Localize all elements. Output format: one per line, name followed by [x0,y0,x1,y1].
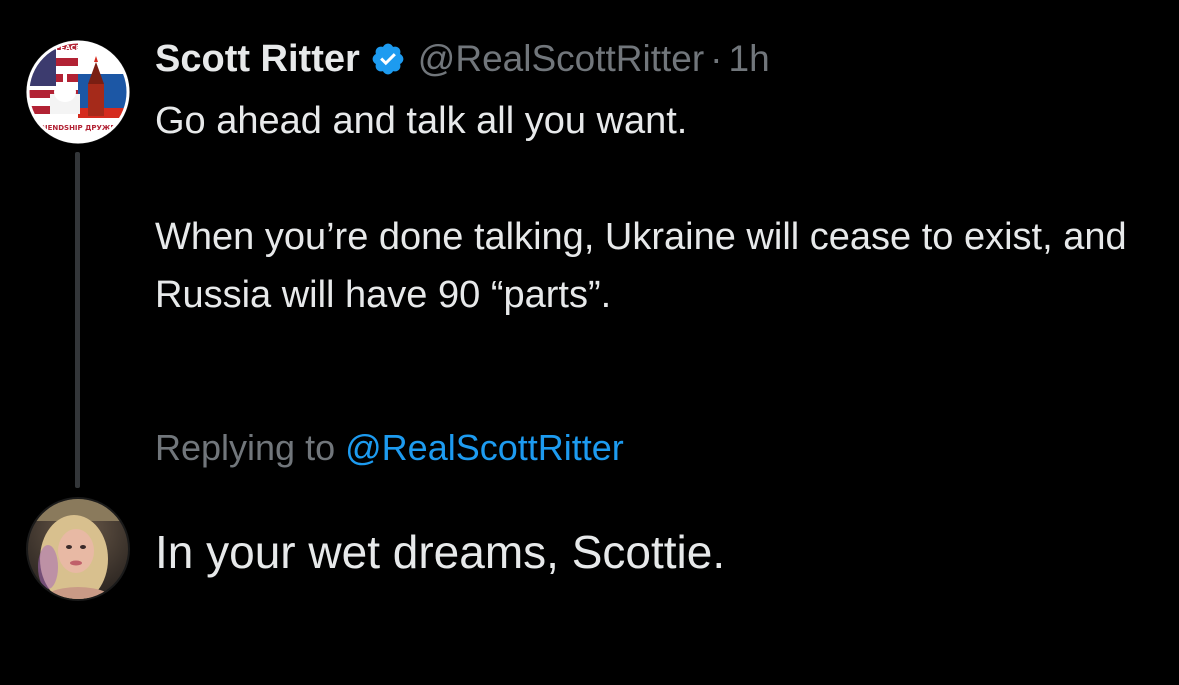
separator-dot: · [710,38,723,79]
tweet-header: Scott Ritter @RealScottRitter · 1h [155,36,770,82]
verified-badge-icon[interactable] [370,41,406,77]
tweet-paragraph: Go ahead and talk all you want. [155,100,688,142]
replying-to-line: Replying to @RealScottRitter [155,424,624,472]
author-handle[interactable]: @RealScottRitter [418,38,704,80]
tweet-timestamp[interactable]: 1h [729,38,770,80]
author-avatar[interactable]: FRIENDSHIP ДРУЖБА PEACE МИР [26,40,130,144]
user-photo-icon [28,499,128,599]
replying-to-mention-link[interactable]: @RealScottRitter [345,427,624,468]
tweet-paragraph: When you’re done talking, Ukraine will c… [155,216,1127,316]
tweet-body: Go ahead and talk all you want. When you… [155,92,1145,324]
replying-to-label: Replying to [155,427,336,468]
reply-author-avatar[interactable] [26,497,130,601]
friendship-emblem-icon: FRIENDSHIP ДРУЖБА PEACE МИР [26,40,130,144]
reply-body: In your wet dreams, Scottie. [155,526,726,578]
author-name[interactable]: Scott Ritter [155,38,360,81]
thread-connector-line [75,152,80,488]
